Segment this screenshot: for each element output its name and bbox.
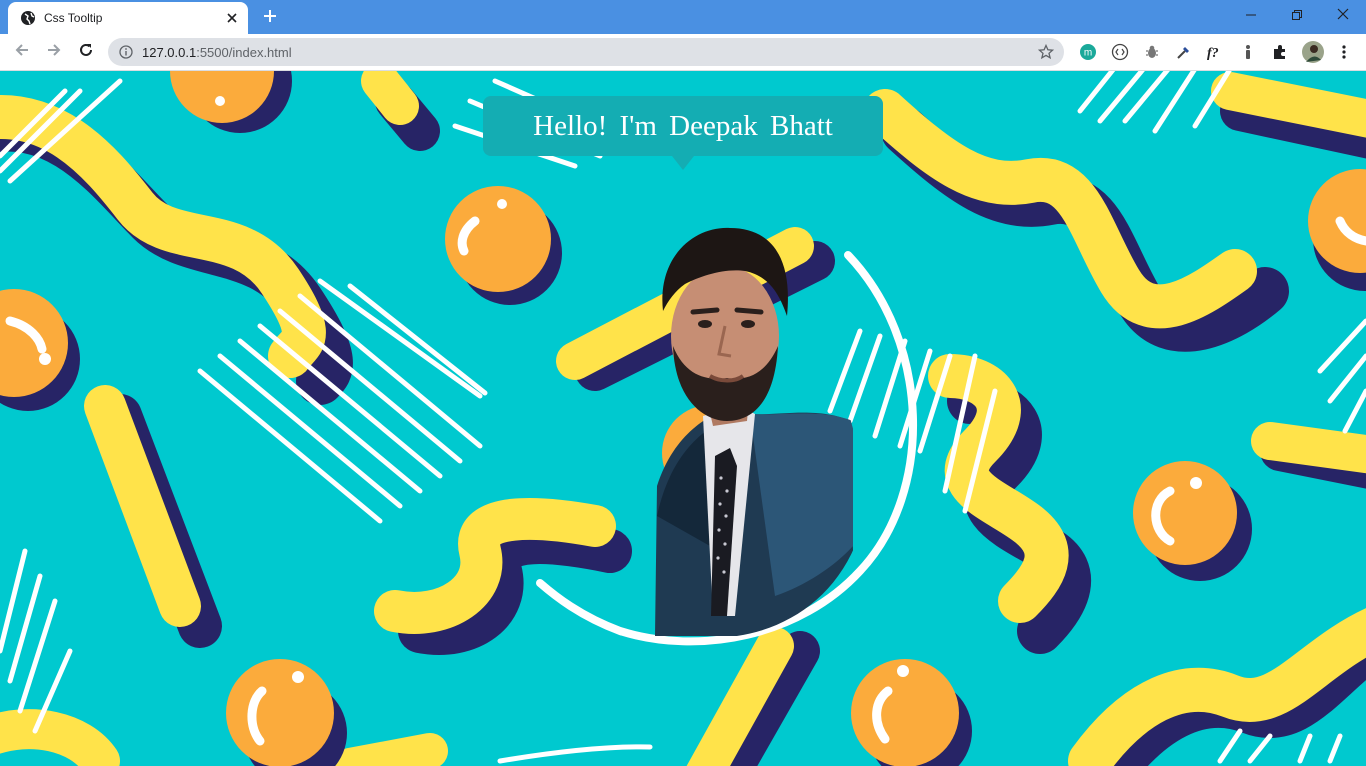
info-extension-icon[interactable]	[1238, 42, 1258, 62]
fonts-extension-icon[interactable]: f?	[1206, 42, 1226, 62]
url-text[interactable]: 127.0.0.1:5500/index.html	[142, 45, 1036, 60]
reload-button[interactable]	[72, 38, 100, 66]
profile-portrait	[655, 227, 855, 636]
tab-active[interactable]: Css Tooltip	[8, 2, 248, 34]
arrow-right-icon	[46, 42, 62, 63]
minimize-icon	[1246, 7, 1256, 25]
url-path: :5500/index.html	[196, 44, 292, 60]
address-bar[interactable]: 127.0.0.1:5500/index.html	[108, 38, 1064, 66]
browser-toolbar: 127.0.0.1:5500/index.html m f?	[0, 34, 1366, 71]
url-host: 127.0.0.1	[142, 44, 197, 60]
globe-icon	[20, 10, 36, 26]
restore-button[interactable]	[1274, 0, 1320, 32]
page-viewport: Hello! I'm Deepak Bhatt	[0, 71, 1366, 766]
tab-strip: Css Tooltip	[0, 0, 1366, 34]
new-tab-button[interactable]	[258, 6, 282, 30]
profile-avatar[interactable]	[1301, 40, 1325, 64]
code-extension-icon[interactable]	[1110, 42, 1130, 62]
arrow-left-icon	[14, 42, 30, 63]
window-close-button[interactable]	[1320, 0, 1366, 32]
restore-icon	[1292, 7, 1302, 25]
info-icon[interactable]	[118, 44, 134, 60]
puzzle-extensions-icon[interactable]	[1270, 42, 1290, 62]
more-menu-icon[interactable]	[1334, 42, 1354, 62]
tab-title: Css Tooltip	[44, 11, 103, 25]
back-button[interactable]	[8, 38, 36, 66]
svg-text:f?: f?	[1207, 46, 1219, 61]
tooltip-text: Hello! I'm Deepak Bhatt	[533, 109, 833, 142]
reload-icon	[78, 42, 94, 63]
plus-icon	[263, 9, 277, 28]
browser-window: Css Tooltip 127.0.0.1:5500/index.html m …	[0, 0, 1366, 766]
minimize-button[interactable]	[1228, 0, 1274, 32]
bug-extension-icon[interactable]	[1142, 42, 1162, 62]
bookmark-star-icon[interactable]	[1036, 42, 1056, 62]
eyedropper-extension-icon[interactable]	[1174, 42, 1194, 62]
tooltip-bubble[interactable]: Hello! I'm Deepak Bhatt	[483, 96, 883, 170]
tab-close-icon[interactable]	[222, 8, 242, 28]
forward-button[interactable]	[40, 38, 68, 66]
meet-extension-icon[interactable]: m	[1078, 42, 1098, 62]
svg-text:m: m	[1084, 48, 1092, 59]
close-icon	[1337, 7, 1349, 25]
